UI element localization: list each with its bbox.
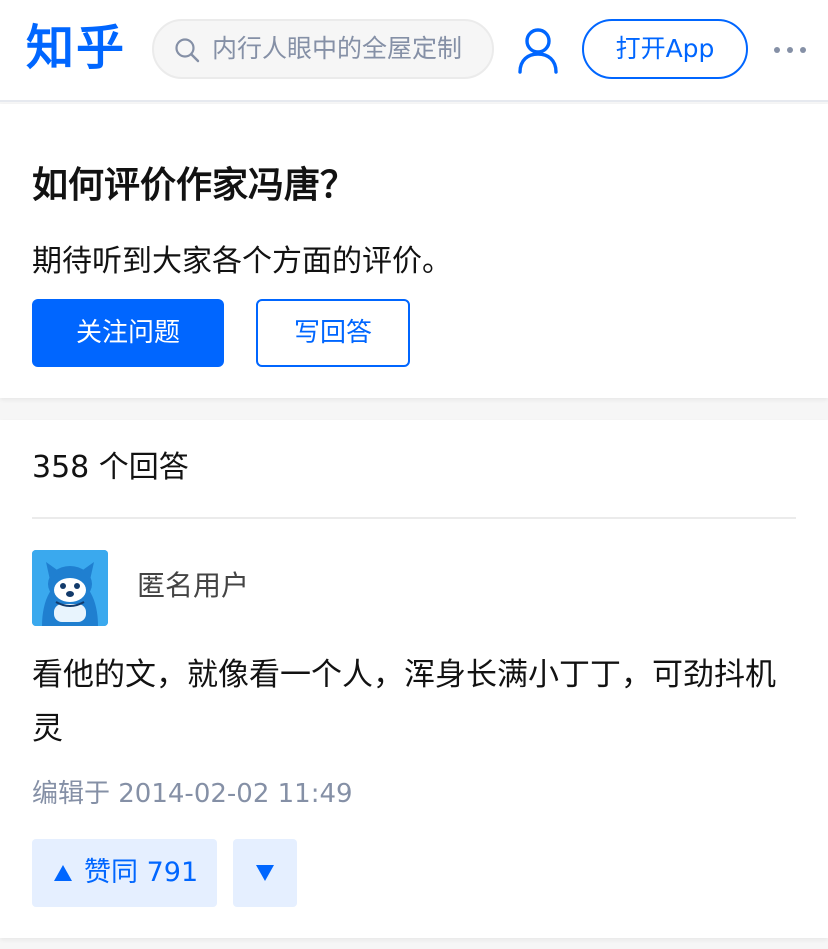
upvote-button[interactable]: 赞同 791 (32, 839, 217, 907)
top-bar: 知乎 内行人眼中的全屋定制 打开App (0, 0, 828, 102)
author-name[interactable]: 匿名用户 (137, 566, 249, 606)
answer-content[interactable]: 看他的文，就像看一个人，浑身长满小丁丁，可劲抖机灵 (32, 648, 802, 756)
triangle-down-icon (256, 865, 274, 881)
answer-count: 358 个回答 (32, 450, 189, 485)
open-app-button[interactable]: 打开App (582, 19, 748, 79)
follow-question-button[interactable]: 关注问题 (32, 299, 224, 367)
triangle-up-icon (54, 865, 72, 881)
write-answer-button[interactable]: 写回答 (256, 299, 410, 367)
upvote-label: 赞同 791 (84, 857, 199, 888)
profile-icon[interactable] (517, 26, 559, 74)
anonymous-mascot-icon (32, 550, 108, 626)
edit-time: 编辑于 2014-02-02 11:49 (32, 779, 353, 809)
search-box[interactable]: 内行人眼中的全屋定制 (152, 19, 494, 79)
more-icon[interactable] (772, 40, 808, 60)
answers-card: 358 个回答 匿名用户 看他的文，就像看一个人，浑身长满小丁丁，可劲抖机灵 编… (0, 420, 828, 938)
question-title[interactable]: 如何评价作家冯唐？ (32, 162, 356, 210)
search-placeholder: 内行人眼中的全屋定制 (212, 34, 463, 63)
divider (32, 517, 796, 519)
question-description: 期待听到大家各个方面的评价。 (32, 244, 452, 279)
search-icon (175, 38, 200, 63)
downvote-button[interactable] (233, 839, 297, 907)
avatar[interactable] (32, 550, 108, 626)
zhihu-logo[interactable]: 知乎 (26, 18, 126, 78)
question-card: 如何评价作家冯唐？ 期待听到大家各个方面的评价。 关注问题 写回答 (0, 104, 828, 398)
